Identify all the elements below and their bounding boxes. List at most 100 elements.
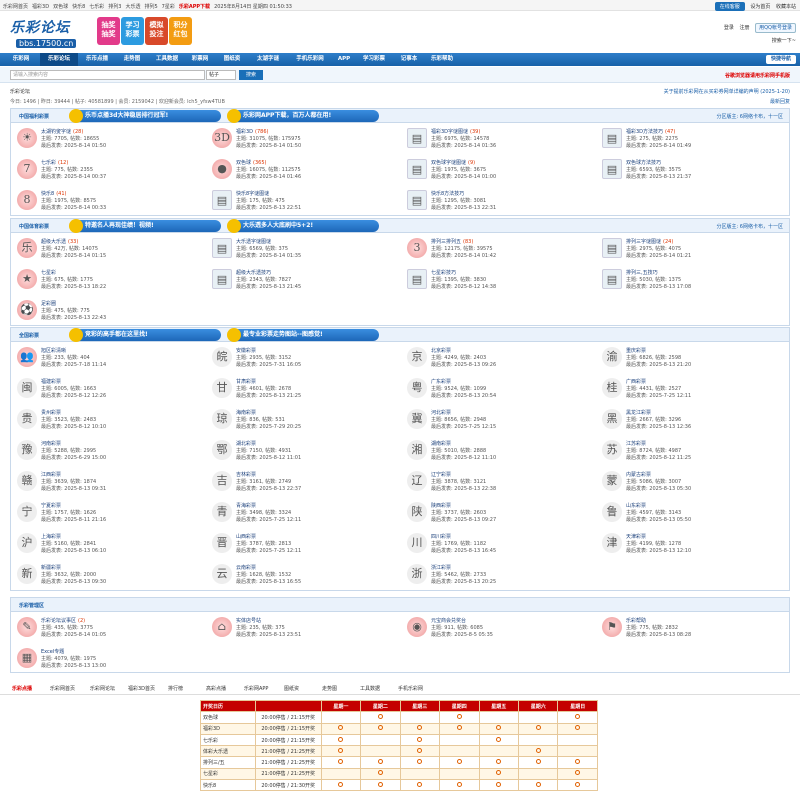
footer-nav-item[interactable]: 乐彩网首页 [50,685,75,692]
forum-item[interactable]: ▤ 七星彩技巧 主题: 1395, 帖数: 3830 最后发表: 2025-8-12 … [405,265,595,297]
last-post[interactable]: 最后发表: 2025-8-14 01:46 [236,173,301,180]
last-post[interactable]: 最后发表: 2025-8-14 01:15 [41,252,106,259]
forum-name[interactable]: 内蒙古彩票 [626,471,651,478]
last-post[interactable]: 最后发表: 2025-8-13 09:31 [41,485,106,492]
section-title[interactable]: 全国彩票 [19,332,39,339]
forum-item[interactable]: 7 七乐彩 (12) 主题: 775, 帖数: 2355 最后发表: 2025-8-14… [15,155,205,187]
top-link[interactable]: 排列5 [144,4,157,10]
section-title[interactable]: 中国体育彩票 [19,223,49,230]
breadcrumb[interactable]: 乐彩论坛 [10,88,30,95]
promo-banner[interactable]: 竞彩的高手都在这里找! [69,328,221,342]
top-link[interactable]: 福彩3D [32,4,49,10]
lottery-name[interactable]: 七星彩 [200,767,256,781]
lottery-name[interactable]: 排列三/五 [200,756,256,769]
last-post[interactable]: 最后发表: 2025-8-13 12:36 [626,423,691,430]
forum-name[interactable]: 实体店号站 [236,617,261,624]
simulate-badge[interactable]: 模拟 投注 [145,17,168,45]
top-link[interactable]: 大乐透 [125,4,140,10]
last-post[interactable]: 最后发表: 2025-8-13 05:30 [626,485,691,492]
forum-name[interactable]: 排列三,五技巧 [626,269,658,276]
last-post[interactable]: 最后发表: 2025-8-13 21:37 [626,173,691,180]
footer-nav-item[interactable]: 乐彩网APP [244,685,268,692]
last-post[interactable]: 最后发表: 2025-7-25 12:11 [626,392,691,399]
qq-login-button[interactable]: 用QQ帐号登录 [755,23,796,33]
forum-item[interactable]: 辽辽宁彩票 主题: 3878, 帖数: 3121 最后发表: 2025-8-13 2… [405,467,595,499]
forum-item[interactable]: 贵贵州彩票 主题: 3523, 帖数: 2483 最后发表: 2025-8-12 1… [15,405,205,437]
last-post[interactable]: 最后发表: 2025-8-13 21:25 [236,392,301,399]
forum-name[interactable]: 江西彩票 [41,471,61,478]
forum-name[interactable]: 广东彩票 [431,378,451,385]
last-post[interactable]: 最后发表: 2025-8-13 22:37 [236,485,301,492]
forum-item[interactable]: ⚑ 乐彩帮助 主题: 775, 帖数: 2832 最后发表: 2025-8-13 08… [600,613,790,645]
footer-nav-item[interactable]: 走势图 [322,685,337,692]
forum-item[interactable]: 蒙内蒙古彩票 主题: 5086, 帖数: 3007 最后发表: 2025-8-13 … [600,467,790,499]
forum-name[interactable]: 福彩3D (786) [236,128,269,135]
header-search-input[interactable]: 搜索一下~ [772,38,796,44]
forum-name[interactable]: 福彩3D字谜图谜 (39) [431,128,480,135]
forum-item[interactable]: 桂广西彩票 主题: 4431, 帖数: 2527 最后发表: 2025-7-25 1… [600,374,790,406]
forum-name[interactable]: 足彩圈 [41,300,56,307]
last-post[interactable]: 最后发表: 2025-8-5 05:35 [431,631,493,638]
forum-item[interactable]: 3D 福彩3D (786) 主题: 31075, 帖数: 175975 最后发表: 20… [210,124,400,156]
forum-name[interactable]: 太湖钓叟字谜 (28) [41,128,83,135]
last-post[interactable]: 最后发表: 2025-8-13 21:45 [236,283,301,290]
forum-name[interactable]: 宁夏彩票 [41,502,61,509]
forum-item[interactable]: 鄂湖北彩票 主题: 7150, 帖数: 4931 最后发表: 2025-8-12 1… [210,436,400,468]
last-post[interactable]: 最后发表: 2025-8-13 09:26 [431,361,496,368]
forum-item[interactable]: ▤ 排列三字谜图谜 (24) 主题: 2975, 帖数: 4075 最后发表: 2025… [600,234,790,266]
forum-name[interactable]: 安徽彩票 [236,347,256,354]
last-post[interactable]: 最后发表: 2025-8-13 16:55 [236,578,301,585]
top-link[interactable]: 双色球 [53,4,68,10]
lottery-name[interactable]: 福彩3D [200,722,256,735]
promo-banner[interactable]: 乐彩网APP下载，百万人都在用! [227,109,379,123]
forum-item[interactable]: 新新疆彩票 主题: 3632, 帖数: 2000 最后发表: 2025-8-13 0… [15,560,205,592]
forum-item[interactable]: ◉ 元宝商会兑奖台 主题: 911, 帖数: 6085 最后发表: 2025-8-5 … [405,613,595,645]
last-post[interactable]: 最后发表: 2025-8-14 01:00 [431,173,496,180]
forum-item[interactable]: ● 双色球 (365) 主题: 16075, 帖数: 112575 最后发表: 2025… [210,155,400,187]
nav-item[interactable]: 走势图 [116,53,148,66]
last-post[interactable]: 最后发表: 2025-8-13 22:51 [236,204,301,211]
forum-name[interactable]: 快乐8字谜图谜 [236,190,269,197]
top-link[interactable]: 7星彩 [162,4,175,10]
forum-item[interactable]: 青青海彩票 主题: 3498, 帖数: 3324 最后发表: 2025-7-25 1… [210,498,400,530]
last-post[interactable]: 最后发表: 2025-8-12 11:01 [236,454,301,461]
promo-banner[interactable]: 最专业彩票走势图站--图感觉! [227,328,379,342]
nav-item[interactable]: 乐彩论坛 [40,53,78,66]
forum-name[interactable]: 青海彩票 [236,502,256,509]
forum-item[interactable]: ☀ 太湖钓叟字谜 (28) 主题: 7705, 帖数: 18655 最后发表: 2025… [15,124,205,156]
forum-item[interactable]: ▤ 排列三,五技巧 主题: 5030, 帖数: 1375 最后发表: 2025-8-1… [600,265,790,297]
forum-item[interactable]: ▤ 双色球字谜图谜 (9) 主题: 1975, 帖数: 3675 最后发表: 2025-… [405,155,595,187]
top-link[interactable]: 排列3 [108,4,121,10]
forum-item[interactable]: 闽福建彩票 主题: 6005, 帖数: 1663 最后发表: 2025-8-12 1… [15,374,205,406]
forum-item[interactable]: ▤ 双色球方法技巧 主题: 6593, 帖数: 3575 最后发表: 2025-8-1… [600,155,790,187]
footer-nav-item[interactable]: 图纸资 [284,685,299,692]
forum-item[interactable]: 沪上海彩票 主题: 5160, 帖数: 2841 最后发表: 2025-8-13 0… [15,529,205,561]
forum-name[interactable]: 甘肃彩票 [236,378,256,385]
nav-item[interactable]: 手机乐彩网 [288,53,332,66]
search-input[interactable]: 请输入搜索内容 [10,70,205,80]
forum-name[interactable]: 快乐8 (41) [41,190,66,197]
forum-name[interactable]: 浙江彩票 [431,564,451,571]
forum-item[interactable]: 粤广东彩票 主题: 9524, 帖数: 1099 最后发表: 2025-8-13 2… [405,374,595,406]
last-post[interactable]: 最后发表: 2025-8-14 01:50 [236,142,301,149]
last-post[interactable]: 最后发表: 2025-8-13 17:08 [626,283,691,290]
forum-name[interactable]: 七星彩技巧 [431,269,456,276]
nav-item[interactable]: 乐彩网 [4,53,38,66]
forum-item[interactable]: 宁宁夏彩票 主题: 1757, 帖数: 1626 最后发表: 2025-8-11 2… [15,498,205,530]
footer-nav-item[interactable]: 乐彩网论坛 [90,685,115,692]
forum-item[interactable]: ▤ 超级大乐透技巧 主题: 2343, 帖数: 7827 最后发表: 2025-8-1… [210,265,400,297]
forum-item[interactable]: 云云南彩票 主题: 1628, 帖数: 1532 最后发表: 2025-8-13 1… [210,560,400,592]
nav-item[interactable]: APP [334,53,354,66]
promo-banner[interactable]: 大乐透多人大底刷中5+2! [227,219,379,233]
last-post[interactable]: 最后发表: 2025-8-13 13:00 [41,662,106,669]
forum-name[interactable]: 排列三排列五 (83) [431,238,473,245]
forum-name[interactable]: 双色球方法技巧 [626,159,661,166]
last-post[interactable]: 最后发表: 2025-7-29 20:25 [236,423,301,430]
nav-item[interactable]: 工具数据 [150,53,184,66]
forum-name[interactable]: 海南彩票 [236,409,256,416]
forum-item[interactable]: 苏江苏彩票 主题: 8724, 帖数: 4987 最后发表: 2025-8-12 1… [600,436,790,468]
forum-item[interactable]: 冀河北彩票 主题: 8656, 帖数: 2948 最后发表: 2025-7-25 1… [405,405,595,437]
forum-item[interactable]: 晋山西彩票 主题: 3787, 帖数: 2813 最后发表: 2025-7-25 1… [210,529,400,561]
footer-nav-item[interactable]: 乐彩点播 [12,685,32,692]
forum-name[interactable]: 江苏彩票 [626,440,646,447]
